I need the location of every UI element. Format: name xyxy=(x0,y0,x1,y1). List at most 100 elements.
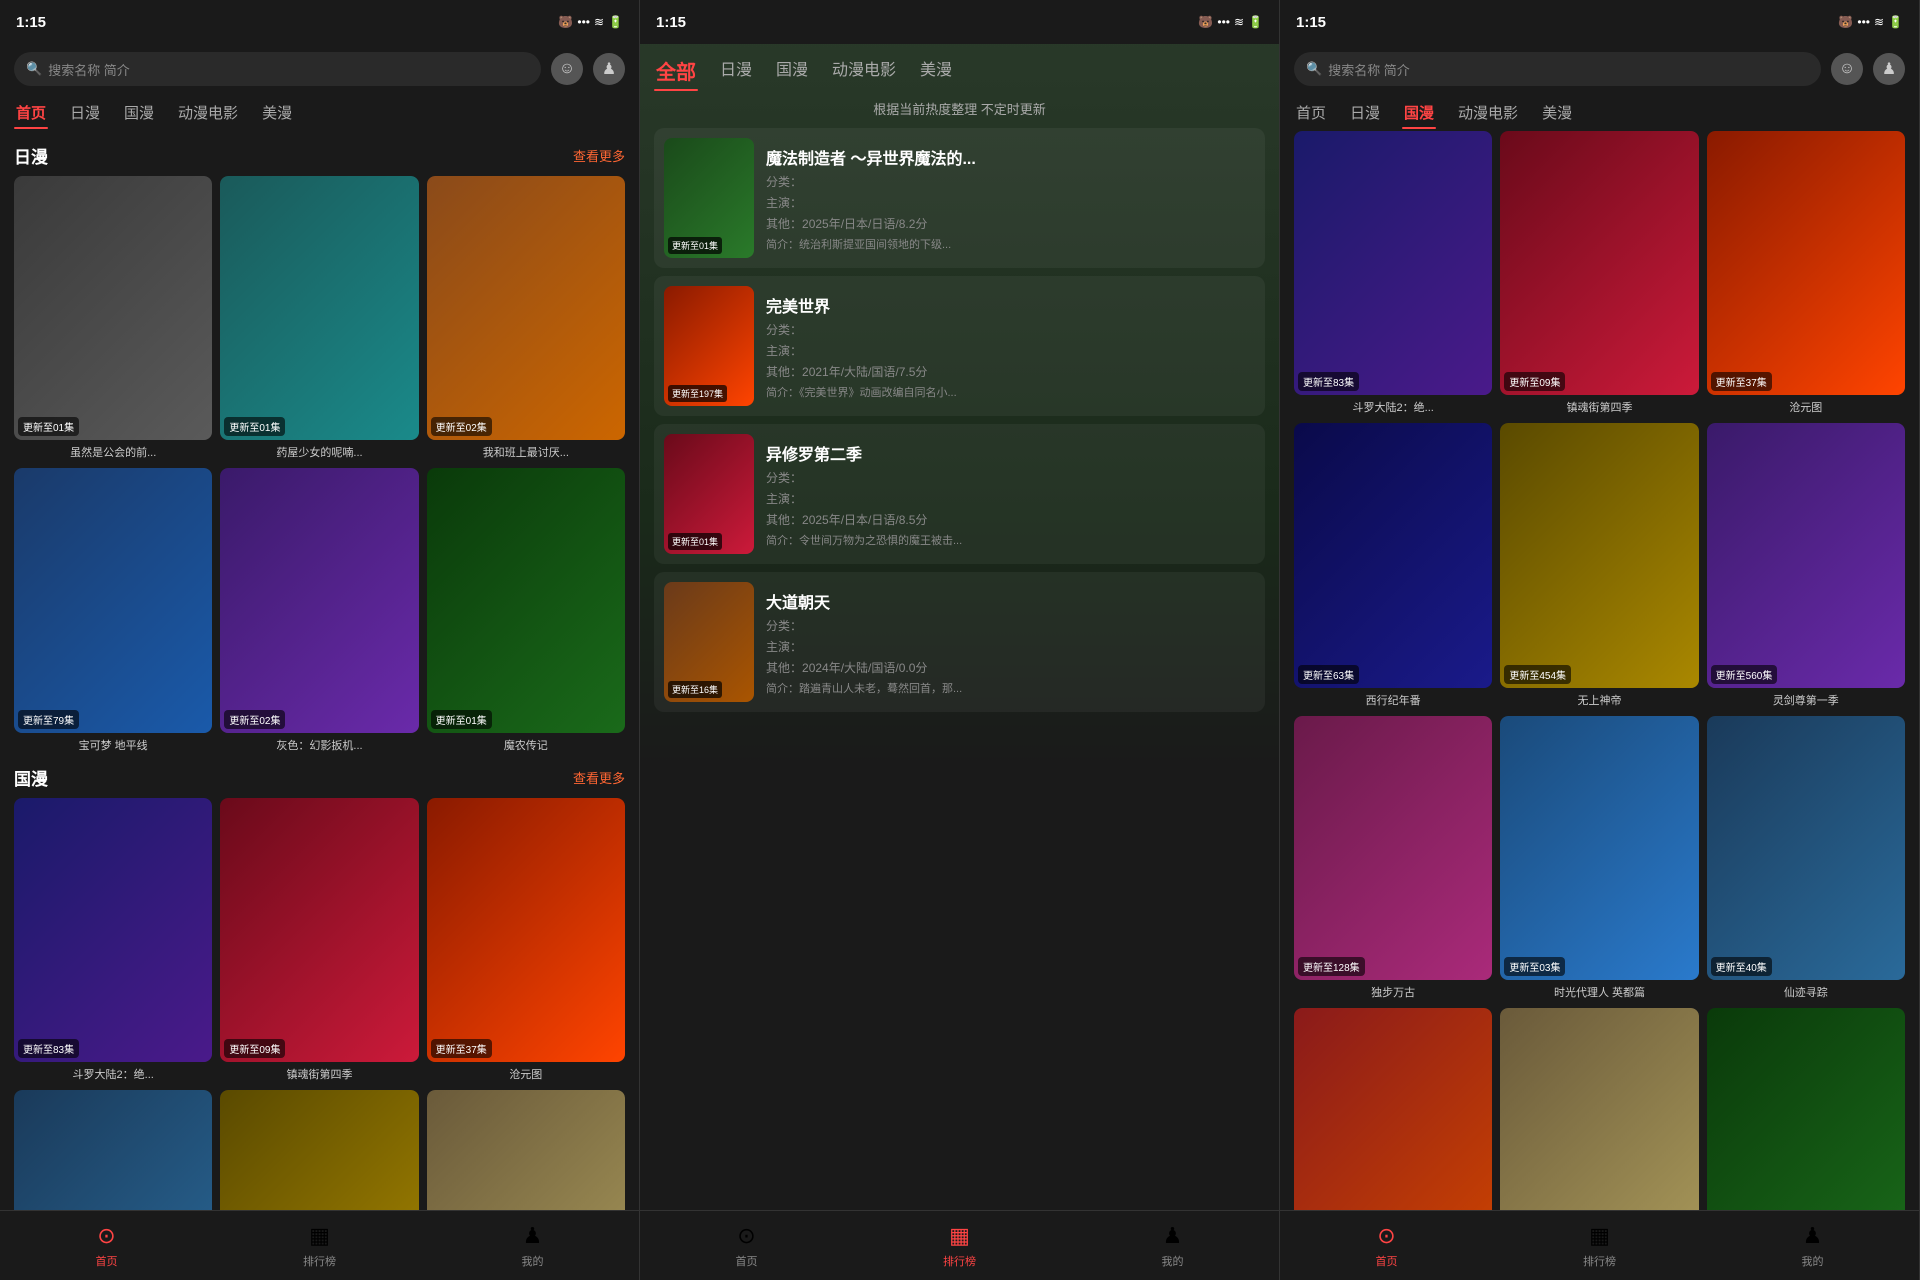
gthumb-10: 丹道至尊 xyxy=(1294,1008,1492,1210)
title-g2: 镇魂街第四季 xyxy=(220,1066,418,1082)
list-item[interactable]: 更新至83集 斗罗大陆2：绝... xyxy=(14,798,212,1082)
tab-guoman-3[interactable]: 国漫 xyxy=(1402,98,1436,127)
list-item[interactable]: 更新至... ... xyxy=(14,1090,212,1210)
list-item[interactable]: 更新至... ... xyxy=(1500,1008,1698,1210)
list-item[interactable]: 更新至... ... xyxy=(1707,1008,1905,1210)
avatar-3[interactable]: ☺ xyxy=(1831,53,1863,85)
user-icon-1[interactable]: ♟ xyxy=(593,53,625,85)
gbadge-2: 更新至09集 xyxy=(1504,372,1565,391)
list-item[interactable]: 更新至09集 镇魂街第四季 xyxy=(1500,131,1698,415)
list-item[interactable]: 更新至37集 沧元图 xyxy=(1707,131,1905,415)
thumb-g5: 更新至... xyxy=(220,1090,418,1210)
list-item[interactable]: 更新至37集 沧元图 xyxy=(427,798,625,1082)
bottom-mine-2[interactable]: ♟ 我的 xyxy=(1066,1211,1279,1280)
mine-icon-1: ♟ xyxy=(523,1223,543,1249)
tab-movie-1[interactable]: 动漫电影 xyxy=(176,98,240,127)
list-item[interactable]: 更新至01集 药屋少女的呢喃... xyxy=(220,176,418,460)
thumb-g1: 更新至83集 xyxy=(14,798,212,1062)
tab-meiman-2[interactable]: 美漫 xyxy=(918,52,954,89)
tab-riman-3[interactable]: 日漫 xyxy=(1348,98,1382,127)
avatar-1[interactable]: ☺ xyxy=(551,53,583,85)
search-field-1[interactable]: 🔍 搜索名称 简介 xyxy=(14,52,541,86)
bottom-home-2[interactable]: ⊙ 首页 xyxy=(640,1211,853,1280)
rank-badge-2: 更新至197集 xyxy=(668,385,727,402)
list-item[interactable]: 更新至... ... xyxy=(427,1090,625,1210)
rank-other-2: 其他：2021年/大陆/国语/7.5分 xyxy=(766,363,1255,380)
gthumb-8: 更新至03集 xyxy=(1500,716,1698,980)
list-item[interactable]: 更新至01集 异修罗第二季 分类： 主演： 其他：2025年/日本/日语/8.5… xyxy=(654,424,1265,564)
tab-home-3[interactable]: 首页 xyxy=(1294,98,1328,127)
search-field-3[interactable]: 🔍 搜索名称 简介 xyxy=(1294,52,1821,86)
rank-icon-3: ▦ xyxy=(1589,1223,1610,1249)
gthumb-11: 更新至... xyxy=(1500,1008,1698,1210)
thumb-img-1 xyxy=(14,176,212,440)
list-item[interactable]: 更新至40集 仙迹寻踪 xyxy=(1707,716,1905,1000)
tab-movie-2[interactable]: 动漫电影 xyxy=(830,52,898,89)
section-more-guoman[interactable]: 查看更多 xyxy=(573,768,625,787)
list-item[interactable]: 更新至01集 虽然是公会的前... xyxy=(14,176,212,460)
user-icon-3[interactable]: ♟ xyxy=(1873,53,1905,85)
title-g3: 沧元图 xyxy=(427,1066,625,1082)
list-item[interactable]: 更新至09集 镇魂街第四季 xyxy=(220,798,418,1082)
bottom-rank-3[interactable]: ▦ 排行榜 xyxy=(1493,1211,1706,1280)
list-item[interactable]: 更新至128集 独步万古 xyxy=(1294,716,1492,1000)
list-item[interactable]: 更新至01集 魔农传记 xyxy=(427,468,625,752)
gthumb-5: 更新至454集 xyxy=(1500,423,1698,687)
section-title-guoman: 国漫 xyxy=(14,765,48,790)
tab-meiman-1[interactable]: 美漫 xyxy=(260,98,294,127)
title-2: 药屋少女的呢喃... xyxy=(220,444,418,460)
list-item[interactable]: 更新至02集 我和班上最讨厌... xyxy=(427,176,625,460)
title-g1: 斗罗大陆2：绝... xyxy=(14,1066,212,1082)
section-header-riman: 日漫 查看更多 xyxy=(14,143,625,168)
gthumb-3: 更新至37集 xyxy=(1707,131,1905,395)
thumb-img-4 xyxy=(14,468,212,732)
badge-3: 更新至02集 xyxy=(431,417,492,436)
rank-info-3: 异修罗第二季 分类： 主演： 其他：2025年/日本/日语/8.5分 简介：令世… xyxy=(766,434,1255,554)
list-item[interactable]: 更新至454集 无上神帝 xyxy=(1500,423,1698,707)
bottom-rank-2[interactable]: ▦ 排行榜 xyxy=(853,1211,1066,1280)
rank-other-4: 其他：2024年/大陆/国语/0.0分 xyxy=(766,659,1255,676)
list-item[interactable]: 更新至560集 灵剑尊第一季 xyxy=(1707,423,1905,707)
list-item[interactable]: 更新至01集 魔法制造者 ～异世界魔法的... 分类： 主演： 其他：2025年… xyxy=(654,128,1265,268)
gthumb-12: 更新至... xyxy=(1707,1008,1905,1210)
tab-meiman-3[interactable]: 美漫 xyxy=(1540,98,1574,127)
tab-movie-3[interactable]: 动漫电影 xyxy=(1456,98,1520,127)
home-icon-3: ⊙ xyxy=(1377,1223,1395,1249)
list-item[interactable]: 更新至16集 大道朝天 分类： 主演： 其他：2024年/大陆/国语/0.0分 … xyxy=(654,572,1265,712)
rank-desc-1: 简介：统治利斯提亚国间领地的下级... xyxy=(766,236,1255,252)
gthumb-9: 更新至40集 xyxy=(1707,716,1905,980)
user-symbol-1: ♟ xyxy=(602,59,616,79)
bottom-home-1[interactable]: ⊙ 首页 xyxy=(0,1211,213,1280)
tab-guoman-1[interactable]: 国漫 xyxy=(122,98,156,127)
list-item[interactable]: 更新至197集 完美世界 分类： 主演： 其他：2021年/大陆/国语/7.5分… xyxy=(654,276,1265,416)
badge-5: 更新至02集 xyxy=(224,710,285,729)
gtitle-7: 独步万古 xyxy=(1294,984,1492,1000)
list-item[interactable]: 更新至79集 宝可梦 地平线 xyxy=(14,468,212,752)
mine-label-2: 我的 xyxy=(1162,1253,1184,1269)
bottom-home-3[interactable]: ⊙ 首页 xyxy=(1280,1211,1493,1280)
list-item[interactable]: 更新至83集 斗罗大陆2：绝... xyxy=(1294,131,1492,415)
list-item[interactable]: 丹道至尊 ... xyxy=(1294,1008,1492,1210)
title-1: 虽然是公会的前... xyxy=(14,444,212,460)
section-more-riman[interactable]: 查看更多 xyxy=(573,146,625,165)
tab-riman-2[interactable]: 日漫 xyxy=(718,52,754,89)
bottom-mine-1[interactable]: ♟ 我的 xyxy=(426,1211,639,1280)
bottom-nav-2: ⊙ 首页 ▦ 排行榜 ♟ 我的 xyxy=(640,1210,1279,1280)
list-item[interactable]: 更新至02集 灰色：幻影扳机... xyxy=(220,468,418,752)
tab-all-2[interactable]: 全部 xyxy=(654,52,698,89)
search-icon-3: 🔍 xyxy=(1306,61,1322,77)
list-item[interactable]: 更新至03集 时光代理人 英都篇 xyxy=(1500,716,1698,1000)
thumb-g4: 更新至... xyxy=(14,1090,212,1210)
tab-riman-1[interactable]: 日漫 xyxy=(68,98,102,127)
title-6: 魔农传记 xyxy=(427,737,625,753)
thumb-img-g1 xyxy=(14,798,212,1062)
bottom-mine-3[interactable]: ♟ 我的 xyxy=(1706,1211,1919,1280)
nav-tabs-2: 全部 日漫 国漫 动漫电影 美漫 xyxy=(640,44,1279,93)
rank-name-4: 大道朝天 xyxy=(766,589,1255,613)
bottom-rank-1[interactable]: ▦ 排行榜 xyxy=(213,1211,426,1280)
tab-guoman-2[interactable]: 国漫 xyxy=(774,52,810,89)
rank-other-1: 其他：2025年/日本/日语/8.2分 xyxy=(766,215,1255,232)
list-item[interactable]: 更新至... ... xyxy=(220,1090,418,1210)
list-item[interactable]: 更新至63集 西行纪年番 xyxy=(1294,423,1492,707)
tab-home-1[interactable]: 首页 xyxy=(14,98,48,127)
